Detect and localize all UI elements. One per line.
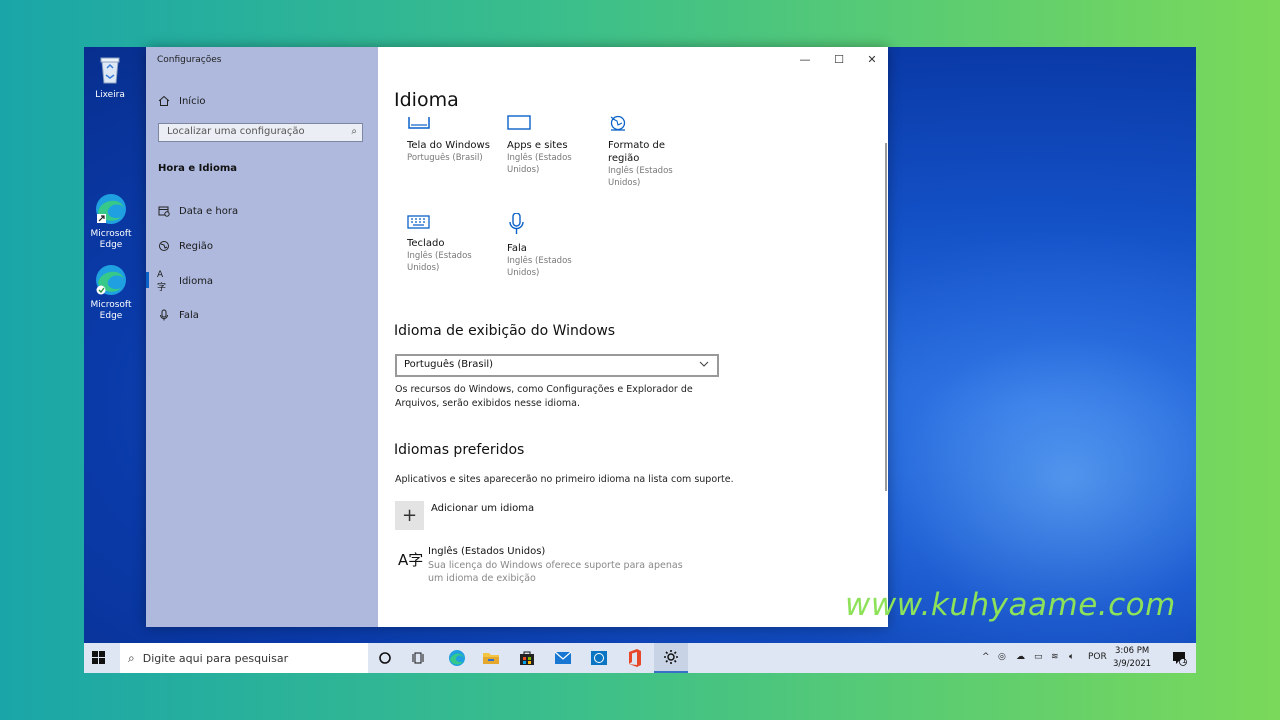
taskbar-search-input[interactable]: ⌕ Digite aqui para pesquisar: [120, 643, 368, 673]
minimize-button[interactable]: —: [788, 47, 822, 71]
tile-tela-do-windows[interactable]: Tela do Windows Português (Brasil): [407, 115, 497, 164]
tile-sub: Português (Brasil): [407, 153, 483, 163]
add-language-label[interactable]: Adicionar um idioma: [431, 503, 534, 514]
globe-region-icon: [157, 239, 171, 253]
tile-formato-de-regiao[interactable]: Formato de região Inglês (Estados Unidos…: [608, 115, 678, 189]
home-icon: [157, 94, 171, 108]
dell-icon[interactable]: [582, 643, 616, 673]
preferred-languages-description: Aplicativos e sites aparecerão no primei…: [395, 474, 734, 485]
tile-name: Tela do Windows: [407, 140, 490, 151]
language-icon: A字: [157, 269, 167, 293]
region-format-icon: [608, 115, 678, 137]
taskbar-search-placeholder: Digite aqui para pesquisar: [142, 651, 289, 665]
sidebar-item-regiao[interactable]: Região: [157, 239, 213, 253]
sidebar-item-home[interactable]: Início: [157, 94, 205, 108]
page-title: Idioma: [394, 89, 459, 111]
selected-indicator: [146, 272, 149, 288]
sidebar-item-data-e-hora[interactable]: Data e hora: [157, 204, 238, 218]
battery-icon[interactable]: ▭: [1034, 652, 1043, 662]
sidebar-item-label: Início: [179, 95, 206, 107]
task-view-icon[interactable]: [402, 643, 436, 673]
chevron-down-icon: [698, 358, 710, 373]
main-content: — ☐ ✕ Idioma Tela do Windows Português (…: [378, 47, 888, 627]
display-language-description: Os recursos do Windows, como Configuraçõ…: [395, 384, 693, 409]
watermark-text: www.kuhyaame.com: [845, 587, 1176, 623]
scrollbar[interactable]: [885, 143, 887, 491]
desktop-icon-recycle-bin[interactable]: Lixeira: [84, 53, 138, 101]
notification-center-icon[interactable]: 1: [1162, 643, 1196, 673]
search-icon: ⌕: [351, 126, 357, 137]
file-explorer-icon[interactable]: [474, 643, 508, 673]
sidebar-item-label: Fala: [179, 309, 199, 321]
mail-icon[interactable]: [546, 643, 580, 673]
language-item-description: Sua licença do Windows oferece suporte p…: [428, 560, 683, 584]
sidebar-item-label: Idioma: [179, 275, 214, 287]
browser-window-icon: [507, 115, 577, 137]
desktop-icon-label: Microsoft Edge: [90, 300, 132, 321]
tile-fala[interactable]: Fala Inglês (Estados Unidos): [507, 212, 577, 279]
tile-sub: Inglês (Estados Unidos): [507, 256, 572, 278]
taskbar: ⌕ Digite aqui para pesquisar ^ ◎ ☁ ▭ ≋ 🔈…: [84, 643, 1196, 673]
tray-network-status-icon[interactable]: ◎: [998, 652, 1006, 662]
keyboard-icon: [407, 213, 477, 235]
sidebar-group-title: Hora e Idioma: [158, 163, 238, 174]
edge-icon: [94, 263, 128, 297]
tile-sub: Inglês (Estados Unidos): [507, 153, 572, 175]
edge-icon[interactable]: [440, 643, 474, 673]
sidebar: Configurações Início Localizar uma confi…: [146, 47, 378, 627]
plus-icon: +: [401, 505, 418, 526]
search-placeholder: Localizar uma configuração: [167, 126, 305, 137]
cortana-icon[interactable]: [368, 643, 402, 673]
calendar-clock-icon: [157, 204, 171, 218]
sidebar-item-label: Data e hora: [179, 205, 239, 217]
clock-time: 3:06 PM: [1114, 646, 1150, 656]
wifi-icon[interactable]: ≋: [1051, 652, 1059, 662]
tile-sub: Inglês (Estados Unidos): [407, 251, 472, 273]
onedrive-icon[interactable]: ☁: [1016, 652, 1025, 662]
desktop-icon-label: Lixeira: [95, 90, 125, 100]
tile-name: Fala: [507, 243, 527, 254]
search-input[interactable]: Localizar uma configuração ⌕: [158, 123, 363, 142]
tile-sub: Inglês (Estados Unidos): [608, 166, 673, 188]
tile-name: Teclado: [407, 238, 445, 249]
microphone-icon: [507, 212, 577, 235]
sidebar-item-label: Região: [179, 240, 214, 252]
settings-icon[interactable]: [654, 643, 688, 673]
desktop-icon-edge-2[interactable]: Microsoft Edge: [84, 263, 139, 322]
language-item-name[interactable]: Inglês (Estados Unidos): [428, 546, 545, 557]
tile-apps-e-sites[interactable]: Apps e sites Inglês (Estados Unidos): [507, 115, 577, 176]
sidebar-item-fala[interactable]: Fala: [157, 308, 199, 322]
desktop-icon-edge[interactable]: Microsoft Edge: [84, 192, 139, 251]
search-icon: ⌕: [128, 650, 135, 665]
sidebar-item-idioma[interactable]: A字 Idioma: [157, 269, 214, 293]
maximize-button[interactable]: ☐: [822, 47, 856, 71]
section-heading-display-language: Idioma de exibição do Windows: [394, 323, 616, 339]
language-icon: A字: [398, 551, 424, 569]
clock[interactable]: 3:06 PM 3/9/2021: [1113, 645, 1151, 671]
desktop-icon-label: Microsoft Edge: [90, 229, 132, 250]
notification-count: 1: [1182, 657, 1187, 665]
tile-teclado[interactable]: Teclado Inglês (Estados Unidos): [407, 213, 477, 274]
tile-name: Formato de região: [608, 140, 666, 164]
office-icon[interactable]: [618, 643, 652, 673]
window-title: Configurações: [157, 55, 222, 65]
close-button[interactable]: ✕: [855, 47, 889, 71]
select-value: Português (Brasil): [404, 359, 494, 370]
edge-icon: [94, 192, 128, 226]
recycle-bin-icon: [93, 53, 127, 87]
store-icon[interactable]: [510, 643, 544, 673]
add-language-button[interactable]: +: [395, 501, 424, 530]
start-button[interactable]: [92, 650, 106, 669]
display-icon: [407, 115, 497, 137]
windows-logo-icon: [92, 651, 105, 664]
microphone-icon: [157, 308, 171, 322]
volume-icon[interactable]: 🔈︎: [1069, 652, 1074, 662]
clock-date: 3/9/2021: [1113, 659, 1152, 669]
tray-overflow-icon[interactable]: ^: [982, 652, 990, 662]
input-language-indicator[interactable]: POR: [1088, 652, 1107, 662]
display-language-select[interactable]: Português (Brasil): [395, 354, 719, 377]
section-heading-preferred-languages: Idiomas preferidos: [394, 442, 525, 458]
settings-window: Configurações Início Localizar uma confi…: [146, 47, 888, 627]
tile-name: Apps e sites: [507, 140, 568, 151]
